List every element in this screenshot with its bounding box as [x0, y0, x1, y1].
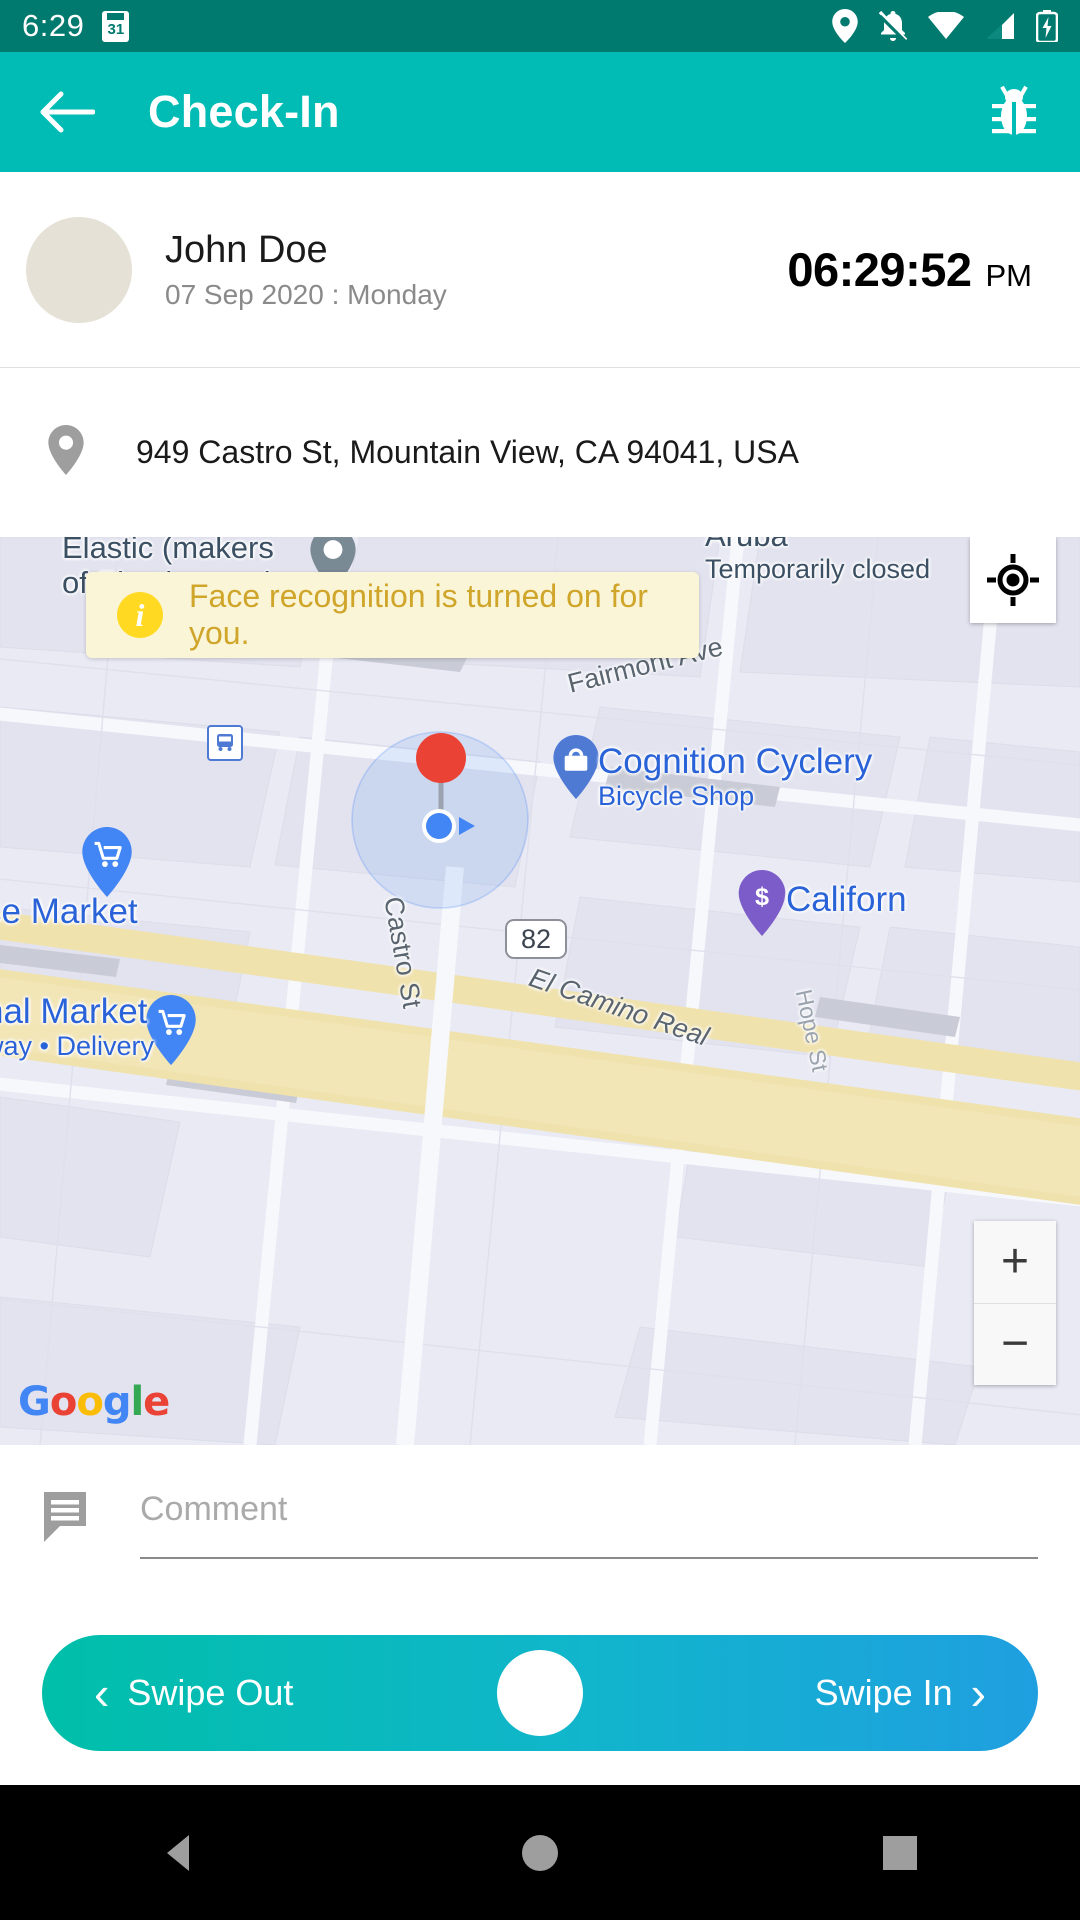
- clock-meridiem: PM: [985, 258, 1033, 293]
- system-navigation-bar: [0, 1785, 1080, 1920]
- nav-recents-button[interactable]: [840, 1803, 960, 1903]
- poi-label-cognition-cyclery: Cognition Cyclery Bicycle Shop: [598, 742, 872, 811]
- google-letter-g: G: [18, 1379, 51, 1425]
- swipe-knob[interactable]: [497, 1650, 583, 1736]
- google-letter-o2: o: [76, 1379, 104, 1425]
- google-attribution: Google: [18, 1379, 170, 1425]
- highway-badge: 82: [505, 919, 567, 959]
- app-bar: Check-In: [0, 52, 1080, 172]
- back-button[interactable]: [36, 81, 98, 143]
- avatar: [26, 216, 132, 323]
- google-letter-l: l: [130, 1379, 144, 1425]
- poi-market2-name: nal Market: [0, 992, 148, 1031]
- notifications-off-icon: [878, 10, 908, 42]
- user-summary-row: John Doe 07 Sep 2020 : Monday 06:29:52 P…: [0, 172, 1080, 368]
- poi-aruba-line2: Temporarily closed: [705, 553, 931, 584]
- status-bar-clock: 6:29: [22, 8, 85, 43]
- clock-time: 06:29:52: [787, 243, 972, 296]
- battery-charging-icon: [1036, 10, 1058, 42]
- swipe-out-label: Swipe Out: [127, 1672, 294, 1713]
- poi-label-aruba: Aruba Temporarily closed: [705, 537, 930, 584]
- comment-icon: [42, 1490, 92, 1547]
- user-name: John Doe: [165, 228, 328, 271]
- poi-label-market-2: nal Market way • Delivery: [0, 992, 154, 1061]
- live-clock: 06:29:52 PM: [787, 242, 1054, 297]
- user-position-dot: [415, 802, 485, 855]
- nav-home-button[interactable]: [480, 1803, 600, 1903]
- map-pin-california[interactable]: $: [738, 870, 786, 941]
- comment-row: [0, 1445, 1080, 1595]
- poi-label-market-1: se Market: [0, 892, 138, 931]
- google-letter-o1: o: [49, 1379, 78, 1425]
- poi-market2-sub: way • Delivery: [0, 1031, 154, 1062]
- my-location-button[interactable]: [970, 537, 1056, 623]
- nav-recents-icon: [883, 1835, 917, 1870]
- comment-input[interactable]: [140, 1490, 1038, 1559]
- nav-back-button[interactable]: [120, 1803, 240, 1903]
- swipe-in-label: Swipe In: [814, 1672, 953, 1713]
- bug-report-icon: [992, 85, 1036, 136]
- map-pin-cognition-cyclery[interactable]: [553, 735, 599, 804]
- nav-home-icon: [522, 1834, 558, 1871]
- poi-label-california: Californ: [786, 880, 907, 919]
- page-title: Check-In: [148, 86, 340, 137]
- chevron-left-icon: ‹: [94, 1667, 110, 1719]
- address-row: 949 Castro St, Mountain View, CA 94041, …: [0, 368, 1080, 537]
- user-date: 07 Sep 2020 : Monday: [165, 278, 447, 310]
- poi-elastic-line1: Elastic (makers: [62, 537, 274, 565]
- swipe-in-action[interactable]: Swipe In ›: [815, 1666, 986, 1720]
- google-letter-g2: g: [102, 1379, 132, 1425]
- svg-text:$: $: [755, 883, 769, 911]
- swipe-out-action[interactable]: ‹ Swipe Out: [94, 1666, 293, 1720]
- info-icon: i: [117, 592, 163, 638]
- wifi-icon: [928, 12, 964, 40]
- face-recognition-banner: i Face recognition is turned on for you.: [86, 572, 699, 658]
- face-recognition-text: Face recognition is turned on for you.: [189, 578, 648, 651]
- address-text: 949 Castro St, Mountain View, CA 94041, …: [136, 434, 799, 470]
- bus-stop-icon: [207, 725, 243, 761]
- map-pin-market-1[interactable]: [81, 827, 133, 902]
- location-pin-icon: [48, 425, 84, 480]
- bug-report-button[interactable]: [984, 82, 1044, 142]
- zoom-out-button[interactable]: −: [974, 1304, 1056, 1386]
- poi-aruba-line1: Aruba: [705, 537, 930, 554]
- status-bar: 6:29 31: [0, 0, 1080, 52]
- nav-back-icon: [167, 1834, 189, 1871]
- back-arrow-icon: [40, 91, 95, 133]
- check-in-screen: 6:29 31 Check-In John Doe 07 Sep 2020: …: [0, 0, 1080, 1920]
- poi-cyclery-category: Bicycle Shop: [598, 781, 755, 812]
- signal-icon: [984, 12, 1016, 40]
- map-view[interactable]: Fairmont Ave Castro St El Camino Real Ho…: [0, 537, 1080, 1445]
- map-zoom-controls[interactable]: + −: [974, 1221, 1056, 1385]
- location-icon: [832, 9, 858, 43]
- chevron-right-icon: ›: [970, 1667, 986, 1719]
- swipe-action-bar[interactable]: ‹ Swipe Out Swipe In ›: [42, 1635, 1038, 1751]
- poi-cyclery-name: Cognition Cyclery: [598, 742, 873, 781]
- zoom-in-button[interactable]: +: [974, 1221, 1056, 1303]
- calendar-icon: 31: [102, 10, 130, 42]
- google-letter-e: e: [143, 1379, 170, 1425]
- my-location-icon: [987, 554, 1039, 606]
